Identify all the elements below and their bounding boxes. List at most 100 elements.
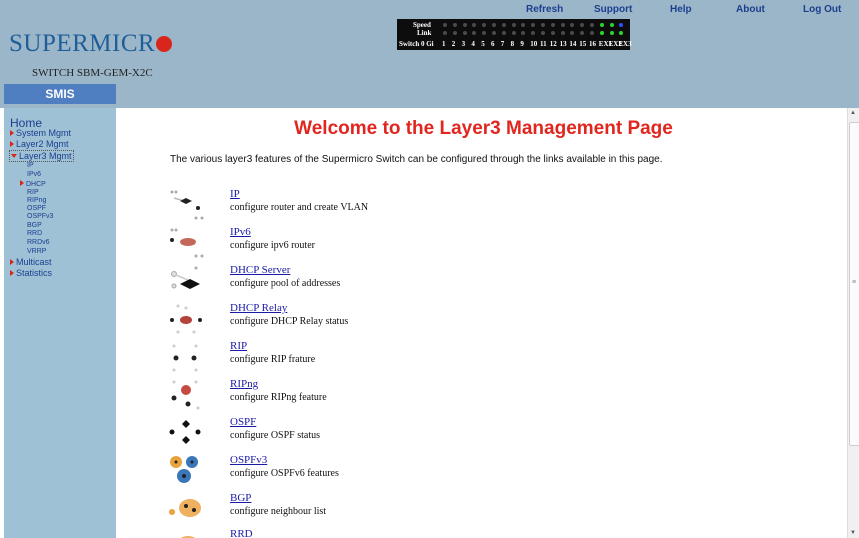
collapse-arrow-icon: [11, 154, 17, 158]
sidebar-item-multicast[interactable]: Multicast: [10, 257, 52, 267]
feature-ip: IP configure router and create VLAN: [166, 188, 566, 224]
speed-led: [521, 23, 526, 27]
sidebar-sub-rrd[interactable]: RRD: [27, 230, 42, 237]
dhcp-relay-link[interactable]: DHCP Relay: [230, 302, 287, 314]
sidebar-sub-ripng[interactable]: RIPng: [27, 197, 46, 204]
sidebar-sub-ospfv3[interactable]: OSPFv3: [27, 213, 53, 220]
rrd-link[interactable]: RRD: [230, 528, 253, 538]
ipv6-link[interactable]: IPv6: [230, 226, 251, 238]
switch-label: Switch 0 Gi: [399, 40, 434, 48]
ipv6-description: configure ipv6 router: [230, 240, 315, 251]
feature-ipv6: IPv6 configure ipv6 router: [166, 226, 566, 262]
ipv6-network-icon: [170, 228, 204, 258]
help-link[interactable]: Help: [670, 4, 692, 15]
switch-model-label: SWITCH SBM-GEM-X2C: [32, 67, 153, 79]
dhcp-server-description: configure pool of addresses: [230, 278, 341, 289]
dhcp-server-icon: [171, 266, 200, 289]
ospf-icon: [169, 420, 201, 444]
port-number-label: EX3: [618, 40, 632, 48]
ripng-link[interactable]: RIPng: [230, 378, 258, 390]
speed-led: [570, 23, 575, 27]
scroll-grip-icon: ≡: [852, 279, 857, 286]
scroll-down-arrow-icon[interactable]: ▼: [850, 530, 856, 536]
ospf-link[interactable]: OSPF: [230, 416, 256, 428]
port-number-label: 9: [520, 40, 524, 48]
speed-led: [472, 23, 477, 27]
speed-led: [531, 23, 536, 27]
link-led: [599, 31, 604, 35]
speed-led: [482, 23, 487, 27]
link-led: [472, 31, 477, 35]
sidebar-sub-ospf[interactable]: OSPF: [27, 205, 46, 212]
feature-ripng: RIPng configure RIPng feature: [166, 378, 566, 414]
speed-led: [511, 23, 516, 27]
ip-link[interactable]: IP: [230, 188, 240, 200]
speed-led: [501, 23, 506, 27]
vertical-scrollbar[interactable]: ▲ ≡ ▼: [847, 108, 859, 538]
port-number-label: 7: [500, 40, 505, 48]
sidebar-sub-bgp[interactable]: BGP: [27, 222, 42, 229]
scroll-up-arrow-icon[interactable]: ▲: [850, 110, 856, 116]
port-number-label: 11: [540, 40, 547, 48]
refresh-link[interactable]: Refresh: [526, 4, 563, 15]
sidebar-item-system-mgmt[interactable]: System Mgmt: [10, 128, 71, 138]
dhcp-relay-description: configure DHCP Relay status: [230, 316, 349, 327]
link-led: [492, 31, 496, 35]
bgp-icon: [169, 499, 201, 517]
scroll-thumb[interactable]: ≡: [849, 122, 859, 446]
port-number-label: 2: [451, 40, 456, 48]
speed-led: [550, 23, 555, 27]
sidebar: Home System Mgmt Layer2 Mgmt Layer3 Mgmt…: [4, 108, 116, 538]
ospfv3-link[interactable]: OSPFv3: [230, 454, 267, 466]
link-led: [570, 31, 575, 35]
feature-bgp: BGP configure neighbour list: [166, 492, 566, 528]
link-label: Link: [417, 29, 432, 37]
feature-dhcp-relay: DHCP Relay configure DHCP Relay status: [166, 302, 566, 338]
feature-rrd: RRD: [166, 528, 566, 538]
feature-ospfv3: OSPFv3 configure OSPFv6 features: [166, 454, 566, 490]
link-led: [609, 31, 614, 35]
sidebar-sub-vrrp[interactable]: VRRP: [27, 248, 46, 255]
port-number-label: 3: [461, 40, 466, 48]
port-number-label: 6: [491, 40, 495, 48]
port-status-panel: Speed Link Switch 0 Gi 1 2 3 4 5 6 7 8 9 10 11 12 13…: [397, 19, 632, 50]
sidebar-sub-rip[interactable]: RIP: [27, 189, 39, 196]
port-number-label: 13: [559, 40, 567, 48]
port-number-label: 15: [579, 40, 587, 48]
ospfv3-icon: [170, 456, 198, 483]
port-number-label: 5: [481, 40, 485, 48]
link-led: [462, 31, 467, 35]
sidebar-item-layer2-mgmt[interactable]: Layer2 Mgmt: [10, 139, 69, 149]
about-link[interactable]: About: [736, 4, 765, 15]
ospf-description: configure OSPF status: [230, 430, 320, 441]
sidebar-sub-ip[interactable]: IP: [27, 162, 34, 169]
sidebar-sub-dhcp[interactable]: DHCP: [20, 180, 46, 188]
logo-dot-icon: [156, 36, 173, 52]
ripng-icon: [171, 380, 200, 410]
link-led: [511, 31, 516, 35]
speed-led: [492, 23, 496, 27]
link-led: [550, 31, 555, 35]
rip-link[interactable]: RIP: [230, 340, 247, 352]
bgp-link[interactable]: BGP: [230, 492, 251, 504]
sidebar-sub-rrdv6[interactable]: RRDv6: [27, 239, 50, 246]
sidebar-sub-ipv6[interactable]: IPv6: [27, 171, 41, 178]
logout-link[interactable]: Log Out: [803, 4, 841, 15]
link-led: [560, 31, 565, 35]
smis-header: SMIS: [4, 84, 116, 104]
expand-arrow-icon: [10, 259, 14, 265]
dhcp-server-link[interactable]: DHCP Server: [230, 264, 290, 276]
feature-ospf: OSPF configure OSPF status: [166, 416, 566, 452]
link-led: [590, 31, 594, 35]
link-led: [482, 31, 487, 35]
page-title: Welcome to the Layer3 Management Page: [294, 118, 673, 139]
port-number-label: 10: [530, 40, 538, 48]
speed-led: [541, 23, 545, 27]
dhcp-relay-icon: [170, 304, 202, 334]
sidebar-item-layer3-mgmt[interactable]: Layer3 Mgmt: [9, 150, 74, 162]
port-number-label: 16: [589, 40, 596, 48]
sidebar-item-statistics[interactable]: Statistics: [10, 268, 52, 278]
support-link[interactable]: Support: [594, 4, 632, 15]
header-banner: SUPERMICR SWITCH SBM-GEM-X2C Refresh Sup…: [0, 0, 859, 108]
ip-description: configure router and create VLAN: [230, 202, 369, 213]
